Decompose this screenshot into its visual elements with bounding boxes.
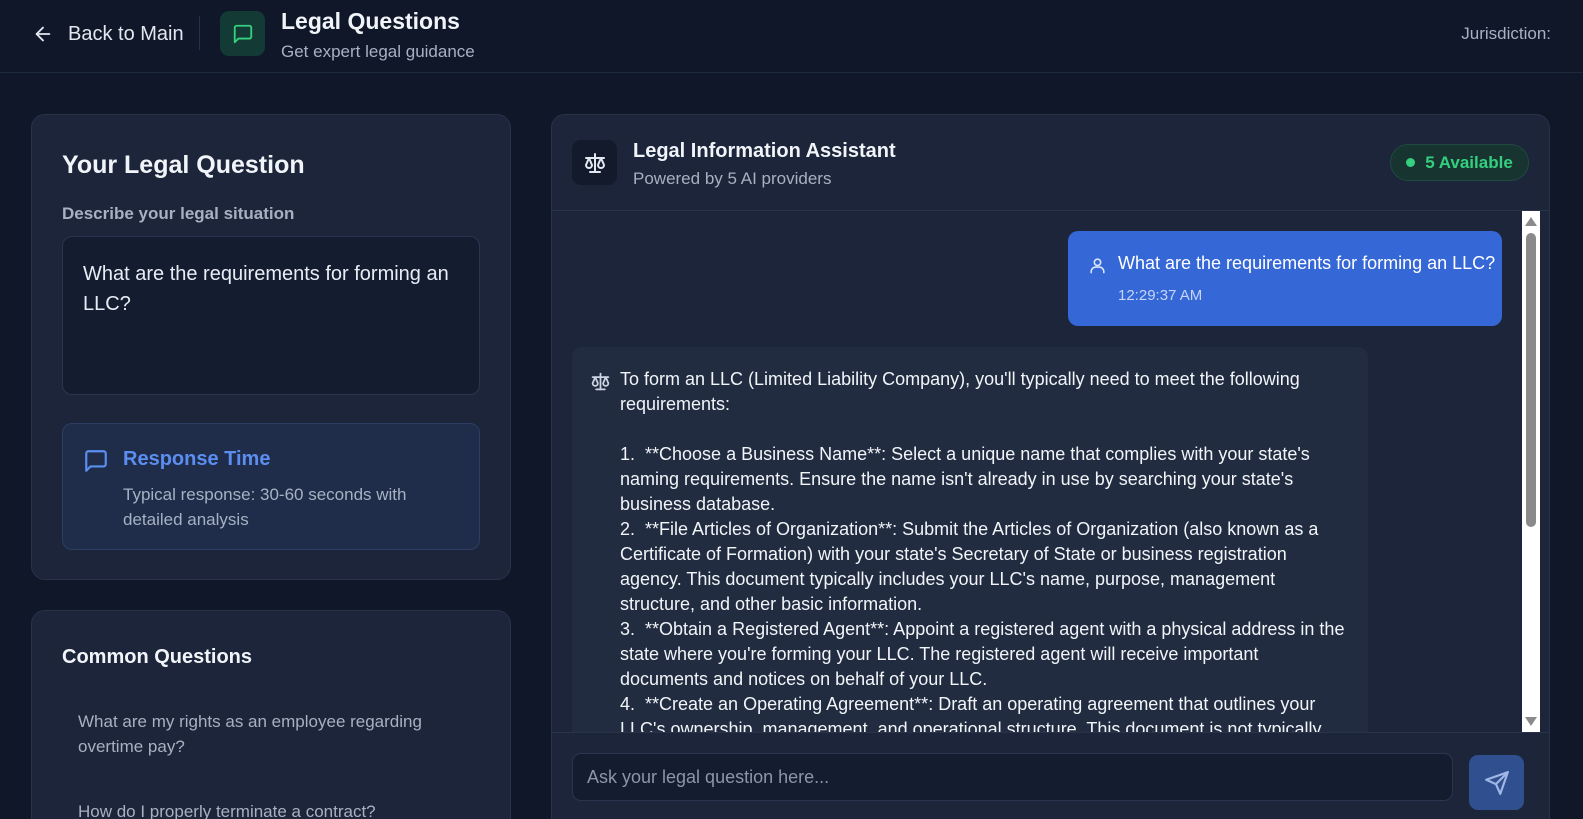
header-divider (199, 16, 200, 50)
page-title: Legal Questions (281, 8, 460, 34)
assistant-message-text: To form an LLC (Limited Liability Compan… (620, 369, 1345, 732)
question-card: Your Legal Question Describe your legal … (31, 114, 511, 580)
user-message: What are the requirements for forming an… (1068, 231, 1502, 326)
message-list[interactable]: What are the requirements for forming an… (552, 211, 1522, 732)
common-question-item[interactable]: What are my rights as an employee regard… (62, 709, 480, 759)
assistant-message: To form an LLC (Limited Liability Compan… (572, 347, 1368, 732)
user-icon (1090, 258, 1105, 274)
chat-header: Legal Information Assistant Powered by 5… (552, 115, 1549, 211)
send-button[interactable] (1469, 755, 1524, 810)
scale-icon (584, 152, 605, 173)
send-icon (1484, 770, 1509, 795)
common-question-item[interactable]: How do I properly terminate a contract? (62, 799, 480, 819)
chat-input-bar (552, 732, 1549, 819)
status-dot-icon (1406, 158, 1416, 167)
user-message-text: What are the requirements for forming an… (1118, 253, 1496, 273)
scroll-down-arrow-icon[interactable] (1525, 717, 1537, 726)
page-subtitle: Get expert legal guidance (281, 42, 475, 61)
scroll-up-arrow-icon[interactable] (1525, 217, 1537, 226)
assistant-name: Legal Information Assistant (633, 140, 896, 162)
common-questions-title: Common Questions (62, 646, 253, 668)
status-badge-label: 5 Available (1425, 152, 1513, 172)
response-time-title: Response Time (123, 448, 271, 470)
app-header: Back to Main Legal Questions Get expert … (0, 0, 1583, 73)
user-message-time: 12:29:37 AM (1118, 287, 1203, 304)
question-textarea[interactable]: What are the requirements for forming an… (62, 236, 480, 395)
assistant-avatar (572, 140, 617, 185)
response-time-box: Response Time Typical response: 30-60 se… (62, 423, 480, 550)
message-square-icon (85, 450, 107, 472)
back-label: Back to Main (68, 22, 184, 45)
common-questions-card: Common Questions What are my rights as a… (31, 610, 511, 819)
question-card-title: Your Legal Question (62, 151, 305, 179)
question-field-label: Describe your legal situation (62, 204, 295, 223)
status-badge: 5 Available (1390, 144, 1529, 181)
chat-input[interactable] (572, 753, 1453, 801)
response-time-text: Typical response: 30-60 seconds with det… (123, 485, 407, 529)
header-logo (220, 11, 265, 56)
jurisdiction-label: Jurisdiction: (1461, 24, 1551, 43)
assistant-subtitle: Powered by 5 AI providers (633, 169, 832, 188)
message-square-icon (233, 24, 252, 43)
message-scrollbar[interactable] (1522, 211, 1540, 732)
chat-panel: Legal Information Assistant Powered by 5… (551, 114, 1550, 819)
scroll-thumb[interactable] (1526, 233, 1536, 527)
arrow-left-icon (35, 26, 51, 42)
scale-icon (591, 372, 610, 391)
back-to-main-button[interactable]: Back to Main (32, 19, 184, 49)
